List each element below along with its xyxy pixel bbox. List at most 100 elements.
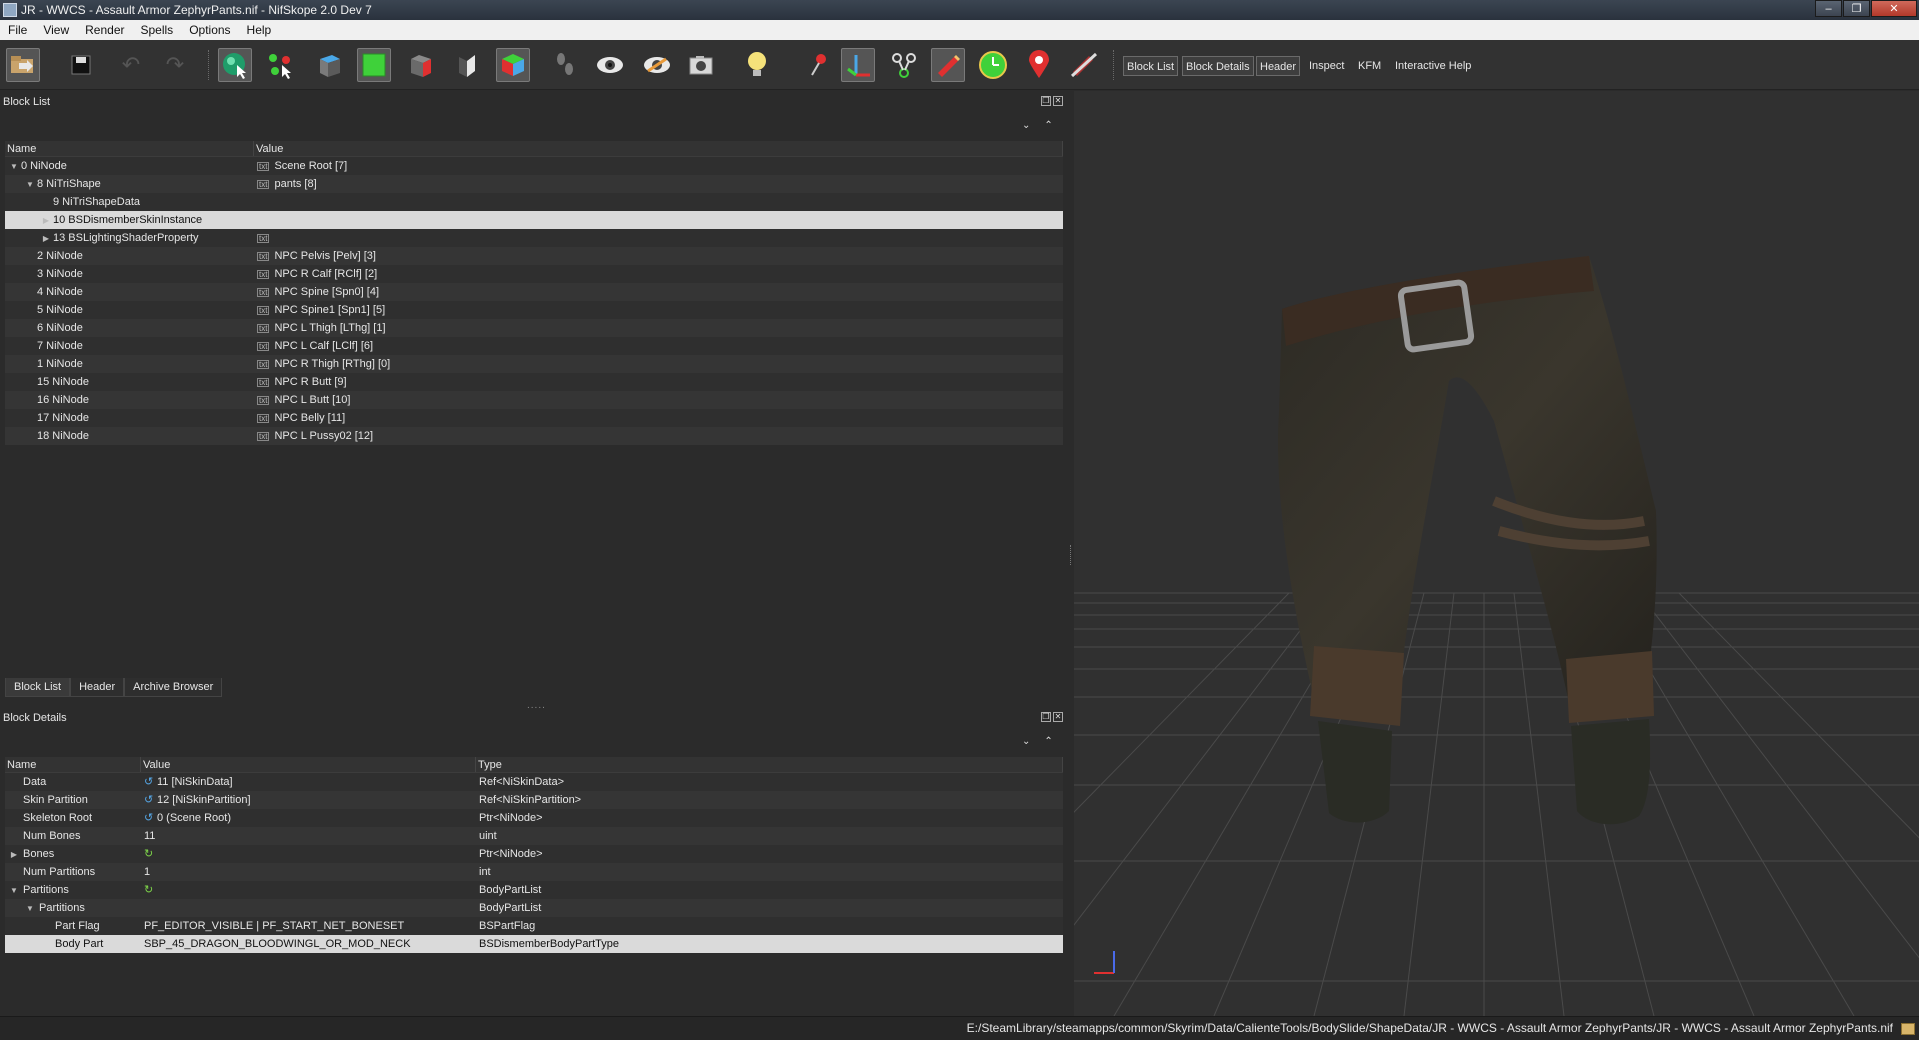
expand-all-icon[interactable]: ⌄ [1022,120,1030,131]
field-value-cell[interactable]: ↺ 12 [NiSkinPartition] [141,791,476,809]
block-list-row[interactable]: ▶ 10 BSDismemberSkinInstance [5,211,1063,229]
load-icon[interactable] [6,48,40,82]
light-icon[interactable] [740,48,774,82]
block-list-row[interactable]: 9 NiTriShapeData [5,193,1063,211]
view-free-icon[interactable] [496,48,530,82]
field-value-cell[interactable]: SBP_45_DRAGON_BLOODWINGL_OR_MOD_NECK [141,935,476,953]
block-list-row[interactable]: 17 NiNode txt NPC Belly [11] [5,409,1063,427]
column-header-value[interactable]: Value [254,141,1063,156]
block-list-row[interactable]: ▼ 8 NiTriShape txt pants [8] [5,175,1063,193]
menu-file[interactable]: File [0,23,35,37]
collapse-all-icon[interactable]: ⌃ [1044,736,1052,747]
restore-button[interactable]: ❐ [1843,0,1870,17]
toggle-header[interactable]: Header [1256,56,1301,76]
view-top-icon[interactable] [313,48,347,82]
select-object-icon[interactable] [218,48,252,82]
pin-icon[interactable] [801,48,835,82]
field-value-cell[interactable]: 1 [141,863,476,881]
toggle-kfm[interactable]: KFM [1355,56,1384,76]
view-side-icon[interactable] [404,48,438,82]
toggle-block-details[interactable]: Block Details [1182,56,1254,76]
toggle-interactive-help[interactable]: Interactive Help [1392,56,1474,76]
expand-all-icon[interactable]: ⌄ [1022,736,1030,747]
collapse-arrow-icon[interactable]: ▼ [9,882,19,899]
block-list-row[interactable]: 2 NiNode txt NPC Pelvis [Pelv] [3] [5,247,1063,265]
column-header-name[interactable]: Name [5,141,254,156]
axes-icon[interactable] [841,48,875,82]
nodes-icon[interactable] [887,48,921,82]
collapse-all-icon[interactable]: ⌃ [1044,120,1052,131]
block-list-row[interactable]: 3 NiNode txt NPC R Calf [RClf] [2] [5,265,1063,283]
field-value-cell[interactable]: ↻ [141,845,476,863]
block-list-row[interactable]: ▶ 13 BSLightingShaderProperty txt [5,229,1063,247]
column-header-name[interactable]: Name [5,757,141,772]
toggle-inspect[interactable]: Inspect [1306,56,1347,76]
field-value-cell[interactable]: PF_EDITOR_VISIBLE | PF_START_NET_BONESET [141,917,476,935]
close-icon[interactable]: ✕ [1053,96,1063,106]
array-refresh-icon[interactable]: ↻ [144,881,153,899]
block-list-row[interactable]: 4 NiNode txt NPC Spine [Spn0] [4] [5,283,1063,301]
detail-row[interactable]: Num Bones 11 uint [5,827,1063,845]
field-value-cell[interactable]: ↻ [141,881,476,899]
visibility-icon[interactable] [593,48,627,82]
menu-options[interactable]: Options [181,23,238,37]
view-flip-icon[interactable] [450,48,484,82]
collapse-arrow-icon[interactable]: ▼ [25,900,35,917]
detail-row[interactable]: ▼ Partitions ↻ BodyPartList [5,881,1063,899]
render-viewport[interactable] [1074,91,1919,1016]
select-vertex-icon[interactable] [263,48,297,82]
menu-spells[interactable]: Spells [133,23,182,37]
hidden-icon[interactable] [640,48,674,82]
field-value-cell[interactable] [141,899,476,917]
block-list-row[interactable]: 6 NiNode txt NPC L Thigh [LThg] [1] [5,319,1063,337]
float-icon[interactable]: ❐ [1041,96,1051,106]
detail-row[interactable]: Data ↺ 11 [NiSkinData] Ref<NiSkinData> [5,773,1063,791]
detail-row[interactable]: ▶ Bones ↻ Ptr<NiNode> [5,845,1063,863]
view-front-icon[interactable] [357,48,391,82]
collapse-arrow-icon[interactable]: ▼ [25,176,35,193]
menu-help[interactable]: Help [239,23,280,37]
field-value-cell[interactable]: 11 [141,827,476,845]
block-list-row[interactable]: 5 NiNode txt NPC Spine1 [Spn1] [5] [5,301,1063,319]
undo-icon[interactable]: ↶ [114,48,148,82]
menu-render[interactable]: Render [77,23,132,37]
detail-row[interactable]: Part Flag PF_EDITOR_VISIBLE | PF_START_NE… [5,917,1063,935]
tab-header[interactable]: Header [70,678,125,697]
detail-row[interactable]: Body Part SBP_45_DRAGON_BLOODWINGL_OR_MOD… [5,935,1063,953]
block-list-row[interactable]: 7 NiNode txt NPC L Calf [LClf] [6] [5,337,1063,355]
expand-arrow-icon[interactable]: ▶ [41,212,51,229]
column-header-type[interactable]: Type [476,757,1063,772]
block-list-row[interactable]: ▼ 0 NiNode txt Scene Root [7] [5,157,1063,175]
float-icon[interactable]: ❐ [1041,712,1051,722]
expand-arrow-icon[interactable]: ▶ [41,230,51,247]
menu-view[interactable]: View [35,23,77,37]
column-header-value[interactable]: Value [141,757,476,772]
viewport-splitter[interactable] [1070,545,1073,565]
close-button[interactable]: ✕ [1871,0,1917,17]
detail-row[interactable]: ▼ Partitions BodyPartList [5,899,1063,917]
tab-block-list[interactable]: Block List [5,678,71,697]
block-list-row[interactable]: 16 NiNode txt NPC L Butt [10] [5,391,1063,409]
panel-splitter[interactable]: ..... [527,700,546,711]
location-icon[interactable] [1022,48,1056,82]
field-value-cell[interactable]: ↺ 0 (Scene Root) [141,809,476,827]
array-refresh-icon[interactable]: ↻ [144,845,153,863]
expand-arrow-icon[interactable]: ▶ [9,846,19,863]
toggle-block-list[interactable]: Block List [1123,56,1179,76]
block-list-row[interactable]: 18 NiNode txt NPC L Pussy02 [12] [5,427,1063,445]
detail-row[interactable]: Num Partitions 1 int [5,863,1063,881]
save-icon[interactable] [64,48,98,82]
minimize-button[interactable]: – [1815,0,1842,17]
detail-row[interactable]: Skin Partition ↺ 12 [NiSkinPartition] Ref<N… [5,791,1063,809]
field-value-cell[interactable]: ↺ 11 [NiSkinData] [141,773,476,791]
close-icon[interactable]: ✕ [1053,712,1063,722]
redo-icon[interactable]: ↷ [158,48,192,82]
collapse-arrow-icon[interactable]: ▼ [9,158,19,175]
detail-row[interactable]: Skeleton Root ↺ 0 (Scene Root) Ptr<NiNode> [5,809,1063,827]
tab-archive-browser[interactable]: Archive Browser [124,678,223,697]
block-list-row[interactable]: 1 NiNode txt NPC R Thigh [RThg] [0] [5,355,1063,373]
screenshot-icon[interactable] [684,48,718,82]
walk-icon[interactable] [548,48,582,82]
block-list-row[interactable]: 15 NiNode txt NPC R Butt [9] [5,373,1063,391]
disable-icon[interactable] [1067,48,1101,82]
